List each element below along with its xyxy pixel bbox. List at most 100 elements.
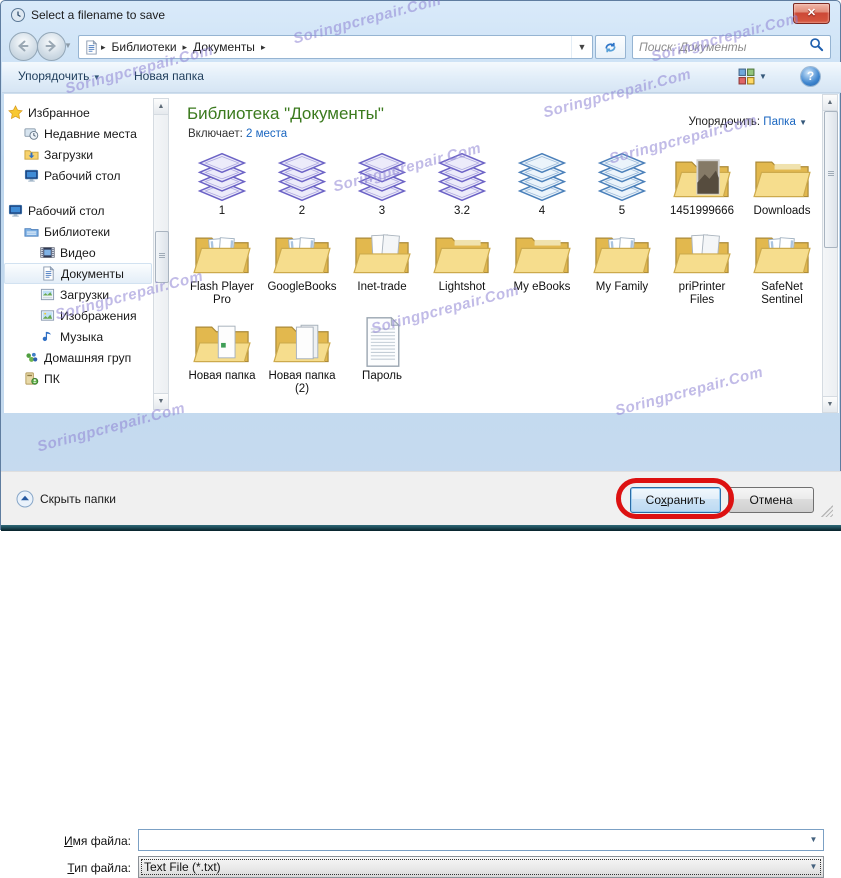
resize-grip[interactable]: [821, 505, 833, 517]
close-button[interactable]: ✕: [793, 3, 830, 24]
scroll-down-icon[interactable]: ▼: [154, 393, 168, 409]
file-item[interactable]: Пароль: [343, 315, 421, 396]
scroll-down-icon[interactable]: ▼: [823, 396, 837, 412]
desktop-icon: [8, 203, 23, 218]
scroll-up-icon[interactable]: ▲: [823, 95, 837, 111]
folder-empty-icon: [432, 226, 492, 280]
file-item[interactable]: Inet-trade: [343, 226, 421, 307]
folder-docs-icon: [272, 226, 332, 280]
hide-folders-button[interactable]: Скрыть папки: [16, 490, 116, 508]
new-folder-button[interactable]: Новая папка: [134, 69, 204, 83]
file-item[interactable]: SafeNet Sentinel: [743, 226, 821, 307]
scroll-up-icon[interactable]: ▲: [154, 99, 168, 115]
file-item[interactable]: Downloads: [743, 150, 821, 218]
file-item[interactable]: 1451999666: [663, 150, 741, 218]
folder-empty-icon: [512, 226, 572, 280]
file-item[interactable]: 5: [583, 150, 661, 218]
sidebar-item-recent-places[interactable]: Недавние места: [4, 123, 152, 144]
save-button[interactable]: Сохранить: [630, 487, 721, 513]
file-item[interactable]: 3: [343, 150, 421, 218]
sidebar-item-homegroup[interactable]: Домашняя груп: [4, 347, 152, 368]
file-grid: 1 2 3 3.2 4 5 145199: [182, 150, 826, 396]
file-item[interactable]: Flash Player Pro: [183, 226, 261, 307]
sidebar-item-music[interactable]: Музыка: [4, 326, 152, 347]
file-item[interactable]: priPrinter Files: [663, 226, 741, 307]
file-item[interactable]: Новая папка: [183, 315, 261, 396]
arrange-by-control[interactable]: Упорядочить: Папка ▼: [688, 116, 807, 128]
back-button[interactable]: [9, 32, 38, 61]
layers-blue-icon: [512, 150, 572, 204]
sidebar-item-downloads-lib[interactable]: Загрузки: [4, 284, 152, 305]
content-scroll-thumb[interactable]: [824, 111, 838, 248]
search-input[interactable]: Поиск: Документы: [632, 35, 831, 59]
command-toolbar: Упорядочить ▼ Новая папка ▼ ?: [2, 62, 841, 93]
breadcrumb-documents[interactable]: Документы: [189, 40, 259, 54]
cancel-button[interactable]: Отмена: [728, 487, 814, 513]
filetype-dropdown-icon[interactable]: ▼: [805, 858, 822, 876]
refresh-icon: [603, 40, 618, 55]
file-item[interactable]: Новая папка (2): [263, 315, 341, 396]
file-item[interactable]: 3.2: [423, 150, 501, 218]
libraries-icon: [24, 224, 39, 239]
change-view-button[interactable]: ▼: [738, 68, 767, 85]
browser-pane: Избранное Недавние места Загрузки Рабочи…: [4, 93, 839, 413]
file-item[interactable]: Lightshot: [423, 226, 501, 307]
folder-down-icon: [24, 147, 39, 162]
address-dropdown-icon[interactable]: ▼: [571, 36, 592, 58]
sidebar-item-downloads[interactable]: Загрузки: [4, 144, 152, 165]
file-item[interactable]: 2: [263, 150, 341, 218]
search-icon[interactable]: [809, 37, 824, 57]
sidebar-item-pictures[interactable]: Изображения: [4, 305, 152, 326]
address-bar[interactable]: ▸ Библиотеки ▸ Документы ▸ ▼: [78, 35, 593, 59]
chevron-down-icon: ▼: [759, 72, 767, 81]
gallery-icon: [40, 287, 55, 302]
forward-button[interactable]: [37, 32, 66, 61]
recent-icon: [24, 126, 39, 141]
file-item[interactable]: GoogleBooks: [263, 226, 341, 307]
sidebar-scrollbar[interactable]: ▲ ▼: [153, 98, 169, 410]
nav-history-chevron-icon[interactable]: ▼: [64, 41, 72, 50]
sidebar-item-favorites[interactable]: Избранное: [4, 102, 152, 123]
content-scrollbar[interactable]: ▲ ▼: [822, 94, 838, 413]
file-item[interactable]: 1: [183, 150, 261, 218]
sidebar-item-pc[interactable]: ПК: [4, 368, 152, 389]
help-button[interactable]: ?: [801, 67, 820, 86]
folder-empty-icon: [752, 150, 812, 204]
filetype-select[interactable]: Text File (*.txt): [138, 856, 824, 878]
filename-form: Имя файла: ▼ Тип файла: Text File (*.txt…: [1, 413, 841, 471]
hide-folders-up-icon: [16, 490, 34, 508]
organize-button[interactable]: Упорядочить ▼: [18, 69, 101, 83]
title-bar[interactable]: Select a filename to save ✕: [1, 1, 840, 29]
file-item[interactable]: My Family: [583, 226, 661, 307]
file-item[interactable]: My eBooks: [503, 226, 581, 307]
sidebar-scroll-thumb[interactable]: [155, 231, 169, 283]
file-item[interactable]: 4: [503, 150, 581, 218]
library-document-icon: [84, 40, 99, 55]
save-dialog-window: Select a filename to save ✕ ▼ ▸ Библиоте…: [0, 0, 841, 530]
sidebar-item-documents[interactable]: Документы: [4, 263, 152, 284]
views-grid-icon: [738, 68, 755, 85]
music-icon: [40, 329, 55, 344]
document-icon: [41, 266, 56, 281]
refresh-button[interactable]: [595, 35, 626, 59]
sidebar-item-desktop[interactable]: Рабочий стол: [4, 200, 152, 221]
pictures-icon: [40, 308, 55, 323]
sidebar-item-libraries[interactable]: Библиотеки: [4, 221, 152, 242]
folder-newdoc-icon: [192, 315, 252, 369]
forward-arrow-icon: [43, 38, 59, 54]
sidebar-item-desktop-fav[interactable]: Рабочий стол: [4, 165, 152, 186]
filename-dropdown-icon[interactable]: ▼: [805, 831, 822, 849]
breadcrumb-libraries[interactable]: Библиотеки: [108, 40, 181, 54]
layers-purple-icon: [352, 150, 412, 204]
filetype-label: Тип файла:: [1, 861, 131, 875]
sidebar-item-video[interactable]: Видео: [4, 242, 152, 263]
includes-places-link[interactable]: 2 места: [246, 128, 287, 140]
breadcrumb-arrow-icon: ▸: [259, 42, 268, 53]
folder-pages-icon: [672, 226, 732, 280]
chevron-down-icon: ▼: [93, 73, 101, 82]
star-icon: [8, 105, 23, 120]
includes-line: Включает: 2 места: [188, 128, 287, 140]
folder-docs-icon: [752, 226, 812, 280]
filename-input[interactable]: [138, 829, 824, 851]
folder-docs-icon: [592, 226, 652, 280]
